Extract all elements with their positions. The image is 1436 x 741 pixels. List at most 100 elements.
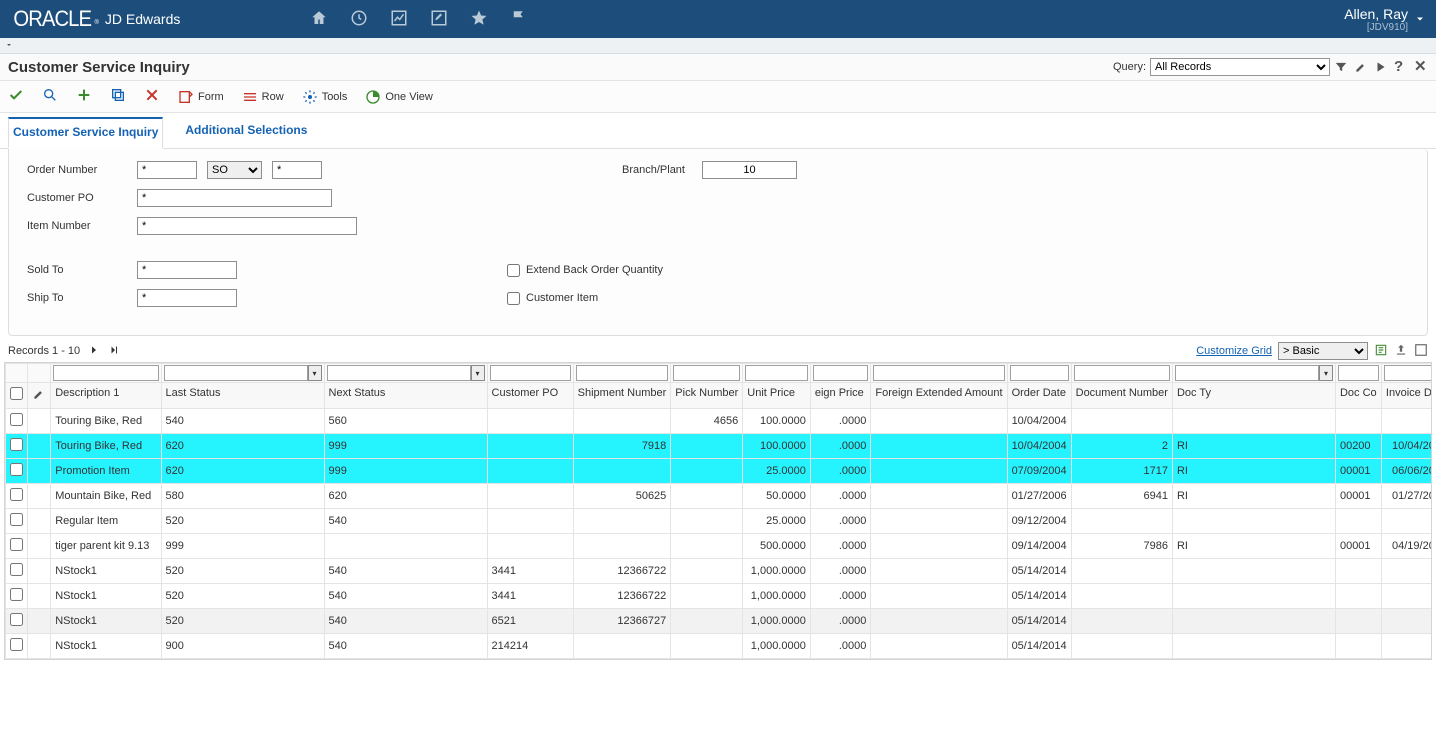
- row-checkbox[interactable]: [10, 613, 23, 626]
- filter-fea[interactable]: [873, 365, 1004, 381]
- col-dco[interactable]: Doc Co: [1335, 383, 1381, 409]
- data-grid[interactable]: ▾ ▾ ▾ Description 1 Last Sta: [4, 362, 1432, 660]
- table-row[interactable]: NStock19005402142141,000.0000.000005/14/…: [6, 634, 1433, 659]
- filter-ship[interactable]: [576, 365, 669, 381]
- last-page-icon[interactable]: [108, 344, 120, 359]
- star-icon[interactable]: [470, 9, 488, 30]
- query-close-icon[interactable]: ✕: [1414, 60, 1428, 74]
- row-checkbox[interactable]: [10, 538, 23, 551]
- chart-icon[interactable]: [390, 9, 408, 30]
- query-edit-icon[interactable]: [1354, 60, 1368, 74]
- item-number-input[interactable]: [137, 217, 357, 235]
- col-next-status[interactable]: Next Status: [324, 383, 487, 409]
- query-help-icon[interactable]: ?: [1394, 60, 1408, 74]
- filter-ns-dd[interactable]: ▾: [471, 365, 485, 381]
- subbar-expand-icon[interactable]: [2, 38, 16, 52]
- table-row[interactable]: Mountain Bike, Red5806205062550.0000.000…: [6, 484, 1433, 509]
- col-pick[interactable]: Pick Number: [671, 383, 743, 409]
- query-select[interactable]: All Records: [1150, 58, 1330, 76]
- filter-odate[interactable]: [1010, 365, 1069, 381]
- order-suffix-input[interactable]: [272, 161, 322, 179]
- order-number-input[interactable]: [137, 161, 197, 179]
- ship-to-input[interactable]: [137, 289, 237, 307]
- records-label: Records 1 - 10: [8, 345, 80, 357]
- row-checkbox[interactable]: [10, 563, 23, 576]
- table-row[interactable]: Touring Bike, Red5405604656100.0000.0000…: [6, 409, 1433, 434]
- compose-icon[interactable]: [430, 9, 448, 30]
- filter-ns[interactable]: [327, 365, 471, 381]
- filter-dty-dd[interactable]: ▾: [1319, 365, 1333, 381]
- row-checkbox[interactable]: [10, 463, 23, 476]
- table-row[interactable]: NStock15205403441123667221,000.0000.0000…: [6, 559, 1433, 584]
- row-checkbox[interactable]: [10, 488, 23, 501]
- home-icon[interactable]: [310, 9, 328, 30]
- table-row[interactable]: tiger parent kit 9.13999500.0000.000009/…: [6, 534, 1433, 559]
- user-menu[interactable]: Allen, Ray [JDV910]: [1344, 6, 1426, 33]
- col-fprice[interactable]: eign Price: [810, 383, 871, 409]
- next-page-icon[interactable]: [88, 344, 100, 359]
- col-dty[interactable]: Doc Ty: [1172, 383, 1335, 409]
- form-menu[interactable]: Form: [178, 89, 224, 105]
- table-row[interactable]: Regular Item52054025.0000.000009/12/2004…: [6, 509, 1433, 534]
- table-row[interactable]: Promotion Item62099925.0000.000007/09/20…: [6, 459, 1433, 484]
- delete-icon[interactable]: [144, 87, 160, 106]
- row-checkbox[interactable]: [10, 638, 23, 651]
- branch-input[interactable]: [702, 161, 797, 179]
- col-last-status[interactable]: Last Status: [161, 383, 324, 409]
- maximize-grid-icon[interactable]: [1414, 343, 1428, 360]
- customize-grid-link[interactable]: Customize Grid: [1196, 345, 1272, 357]
- oneview-menu[interactable]: One View: [365, 89, 433, 105]
- grid-view-select[interactable]: > Basic: [1278, 342, 1368, 360]
- flag-icon[interactable]: [510, 9, 528, 30]
- tab-csi[interactable]: Customer Service Inquiry: [8, 117, 163, 149]
- copy-icon[interactable]: [110, 87, 126, 106]
- sold-to-input[interactable]: [137, 261, 237, 279]
- customer-po-input[interactable]: [137, 189, 332, 207]
- filter-pick[interactable]: [673, 365, 740, 381]
- page-title: Customer Service Inquiry: [8, 59, 190, 76]
- filter-cpo[interactable]: [490, 365, 571, 381]
- filter-ls-dd[interactable]: ▾: [308, 365, 322, 381]
- table-row[interactable]: NStock15205403441123667221,000.0000.0000…: [6, 584, 1433, 609]
- add-icon[interactable]: [76, 87, 92, 106]
- tab-additional[interactable]: Additional Selections: [181, 117, 311, 148]
- filter-docn[interactable]: [1074, 365, 1170, 381]
- filter-ls[interactable]: [164, 365, 308, 381]
- row-checkbox[interactable]: [10, 588, 23, 601]
- label-extend-bo: Extend Back Order Quantity: [526, 264, 663, 276]
- extend-bo-checkbox[interactable]: [507, 264, 520, 277]
- filter-desc[interactable]: [53, 365, 158, 381]
- filter-dco[interactable]: [1338, 365, 1379, 381]
- query-run-icon[interactable]: [1374, 60, 1388, 74]
- filter-idate[interactable]: [1384, 365, 1432, 381]
- upload-icon[interactable]: [1394, 343, 1408, 360]
- order-type-select[interactable]: SO: [207, 161, 262, 179]
- filter-up[interactable]: [745, 365, 808, 381]
- col-idate[interactable]: Invoice Date: [1381, 383, 1432, 409]
- ok-check-icon[interactable]: [8, 87, 24, 106]
- row-checkbox[interactable]: [10, 413, 23, 426]
- filter-dty[interactable]: [1175, 365, 1319, 381]
- col-fext[interactable]: Foreign Extended Amount: [871, 383, 1007, 409]
- row-checkbox[interactable]: [10, 438, 23, 451]
- customer-item-checkbox[interactable]: [507, 292, 520, 305]
- row-checkbox[interactable]: [10, 513, 23, 526]
- recent-icon[interactable]: [350, 9, 368, 30]
- table-row[interactable]: Touring Bike, Red6209997918100.0000.0000…: [6, 434, 1433, 459]
- row-menu[interactable]: Row: [242, 89, 284, 105]
- col-desc[interactable]: Description 1: [51, 383, 161, 409]
- query-filter-icon[interactable]: [1334, 60, 1348, 74]
- col-ship[interactable]: Shipment Number: [573, 383, 671, 409]
- col-docn[interactable]: Document Number: [1071, 383, 1172, 409]
- col-odate[interactable]: Order Date: [1007, 383, 1071, 409]
- cell-fea: [871, 609, 1007, 634]
- tools-menu[interactable]: Tools: [302, 89, 348, 105]
- table-row[interactable]: NStock15205406521123667271,000.0000.0000…: [6, 609, 1433, 634]
- col-cpo[interactable]: Customer PO: [487, 383, 573, 409]
- col-unit[interactable]: Unit Price: [743, 383, 811, 409]
- export-icon[interactable]: [1374, 343, 1388, 360]
- edit-column-icon[interactable]: [32, 387, 46, 401]
- select-all-checkbox[interactable]: [10, 387, 23, 400]
- filter-fp[interactable]: [813, 365, 869, 381]
- search-icon[interactable]: [42, 87, 58, 106]
